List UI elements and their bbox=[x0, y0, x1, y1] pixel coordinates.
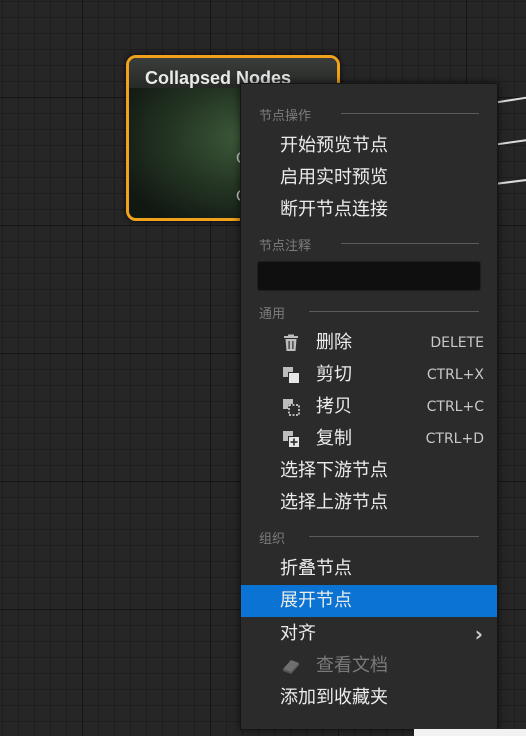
copy-icon bbox=[283, 399, 300, 416]
section-divider bbox=[341, 243, 479, 244]
section-divider bbox=[341, 113, 479, 114]
section-general: 通用 bbox=[259, 303, 479, 322]
menu-item-start-preview[interactable]: 开始预览节点 bbox=[241, 130, 497, 162]
window-edge bbox=[414, 729, 526, 736]
menu-item-select-upstream[interactable]: 选择上游节点 bbox=[241, 487, 497, 519]
menu-item-view-docs[interactable]: 查看文档 bbox=[241, 650, 497, 682]
menu-item-align[interactable]: 对齐 › bbox=[241, 618, 497, 650]
node-comment-input[interactable] bbox=[257, 261, 481, 291]
menu-item-cut[interactable]: 剪切 CTRL+X bbox=[241, 359, 497, 391]
trash-icon bbox=[284, 334, 298, 351]
menu-item-delete[interactable]: 删除 DELETE bbox=[241, 327, 497, 359]
menu-item-break-links[interactable]: 断开节点连接 bbox=[241, 194, 497, 226]
shortcut-label: CTRL+X bbox=[426, 367, 484, 383]
menu-item-add-to-favorites[interactable]: 添加到收藏夹 bbox=[241, 682, 497, 714]
menu-item-enable-live-preview[interactable]: 启用实时预览 bbox=[241, 162, 497, 194]
section-node-actions: 节点操作 bbox=[259, 105, 479, 124]
documentation-icon bbox=[283, 660, 299, 674]
section-divider bbox=[309, 311, 479, 312]
shortcut-label: DELETE bbox=[430, 335, 484, 351]
section-divider bbox=[309, 536, 479, 537]
chevron-right-icon: › bbox=[474, 622, 483, 646]
cut-icon bbox=[283, 367, 299, 383]
shortcut-label: CTRL+D bbox=[425, 431, 484, 447]
menu-item-collapse-nodes[interactable]: 折叠节点 bbox=[241, 553, 497, 585]
section-node-comment: 节点注释 bbox=[259, 235, 479, 254]
menu-item-duplicate[interactable]: 复制 CTRL+D bbox=[241, 423, 497, 455]
duplicate-icon bbox=[283, 431, 299, 447]
node-context-menu: 节点操作 开始预览节点 启用实时预览 断开节点连接 节点注释 通用 删除 DEL… bbox=[240, 83, 498, 730]
menu-item-copy[interactable]: 拷贝 CTRL+C bbox=[241, 391, 497, 423]
section-organize: 组织 bbox=[259, 528, 479, 547]
menu-item-expand-nodes[interactable]: 展开节点 bbox=[241, 585, 497, 617]
menu-item-select-downstream[interactable]: 选择下游节点 bbox=[241, 455, 497, 487]
shortcut-label: CTRL+C bbox=[426, 399, 484, 415]
